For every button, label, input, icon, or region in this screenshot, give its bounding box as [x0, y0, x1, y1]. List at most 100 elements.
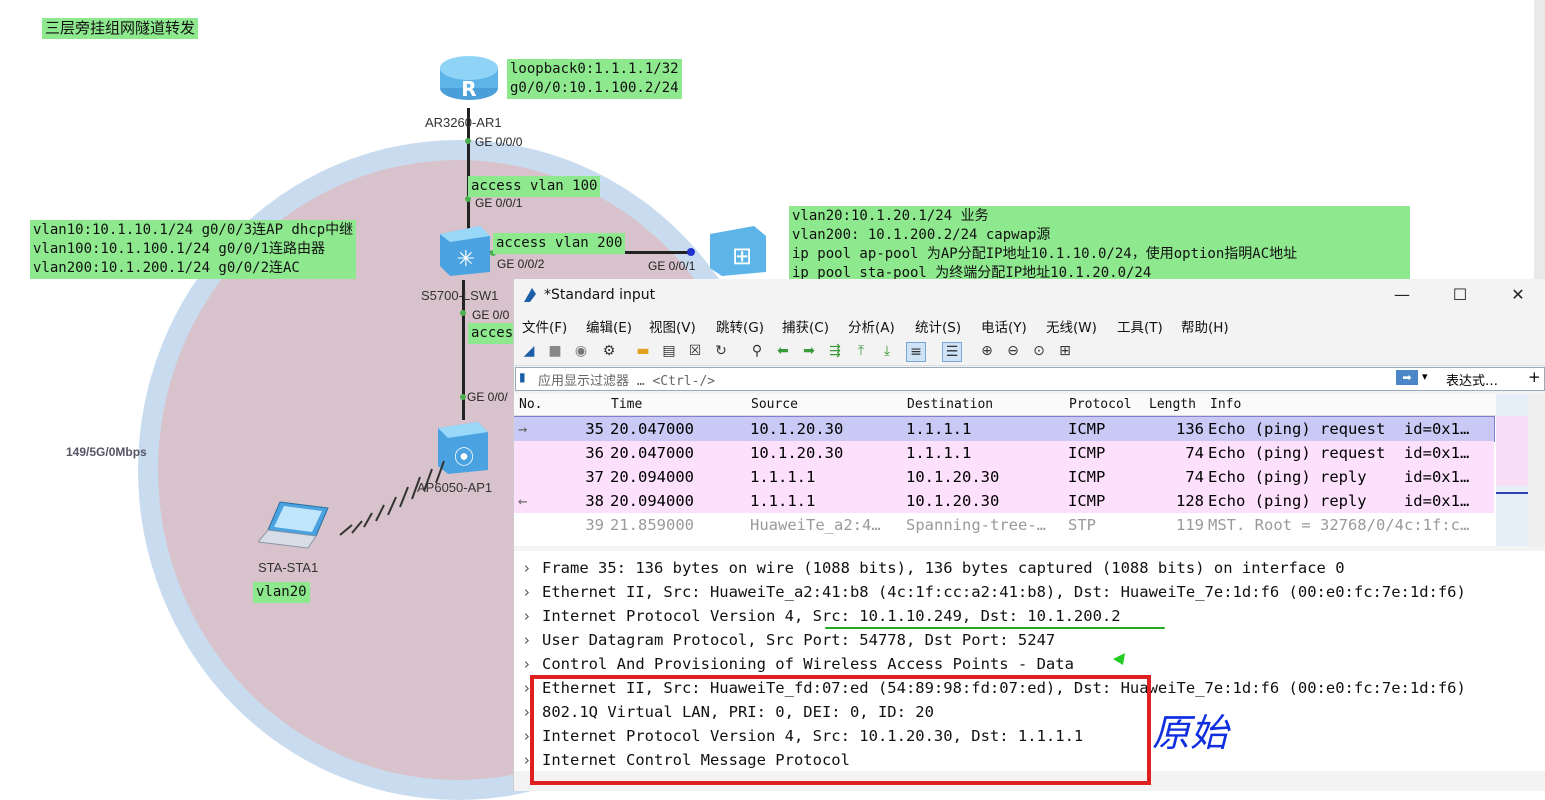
- col-destination[interactable]: Destination: [907, 397, 993, 412]
- find-packet-icon[interactable]: ⚲: [748, 342, 766, 360]
- go-back-icon[interactable]: ⬅: [774, 342, 792, 360]
- packet-destination: 1.1.1.1: [906, 444, 972, 462]
- detail-text: User Datagram Protocol, Src Port: 54778,…: [542, 631, 1056, 649]
- go-forward-icon[interactable]: ➡: [800, 342, 818, 360]
- packet-list: No. Time Source Destination Protocol Len…: [514, 394, 1496, 546]
- expand-chevron-icon[interactable]: ›: [522, 556, 531, 580]
- expand-chevron-icon[interactable]: ›: [522, 604, 531, 628]
- detail-text: Ethernet II, Src: HuaweiTe_a2:41:b8 (4c:…: [542, 583, 1466, 601]
- router-name: AR3260-AR1: [425, 115, 502, 130]
- col-time[interactable]: Time: [611, 397, 642, 412]
- access-vlan-200-label: access vlan 200: [493, 233, 626, 254]
- minimize-button[interactable]: —: [1382, 283, 1422, 307]
- menu-edit[interactable]: 编辑(E): [586, 316, 632, 336]
- autoscroll-icon[interactable]: ≡: [906, 342, 926, 362]
- close-button[interactable]: ✕: [1498, 283, 1538, 307]
- red-box-annotation: [530, 675, 1151, 785]
- normal-size-icon[interactable]: ⊙: [1030, 342, 1048, 360]
- minimap-cursor: [1496, 492, 1528, 494]
- close-file-icon[interactable]: ☒: [686, 342, 704, 360]
- packet-row[interactable]: ← 38 20.094000 1.1.1.1 10.1.20.30 ICMP 1…: [514, 489, 1494, 513]
- router-icon[interactable]: R: [438, 50, 500, 102]
- filter-dropdown-icon[interactable]: ▾: [1422, 370, 1428, 383]
- packet-source: 10.1.20.30: [750, 444, 844, 462]
- display-filter-bar[interactable]: ▮ 应用显示过滤器 … <Ctrl-/> ➡ ▾ 表达式… +: [515, 367, 1545, 391]
- menu-go[interactable]: 跳转(G): [716, 316, 764, 336]
- go-to-packet-icon[interactable]: ⇶: [826, 342, 844, 360]
- packet-row[interactable]: 36 20.047000 10.1.20.30 1.1.1.1 ICMP 74 …: [514, 441, 1494, 465]
- go-first-icon[interactable]: ⤒: [852, 342, 870, 360]
- ac-icon[interactable]: ⊞: [708, 224, 768, 276]
- go-last-icon[interactable]: ⤓: [878, 342, 896, 360]
- reload-icon[interactable]: ↻: [712, 342, 730, 360]
- add-filter-icon[interactable]: +: [1528, 368, 1541, 386]
- packet-info: Echo (ping) reply id=0x1…: [1208, 492, 1470, 510]
- expand-chevron-icon[interactable]: ›: [522, 628, 531, 652]
- diagram-title: 三层旁挂组网隧道转发: [42, 18, 199, 39]
- start-capture-icon[interactable]: ◢: [520, 342, 538, 360]
- laptop-icon[interactable]: [258, 500, 334, 552]
- save-file-icon[interactable]: ▤: [660, 342, 678, 360]
- expand-chevron-icon[interactable]: ›: [522, 652, 531, 676]
- packet-minimap[interactable]: [1496, 394, 1528, 546]
- menu-view[interactable]: 视图(V): [649, 316, 696, 336]
- switch-name: S5700-LSW1: [421, 288, 499, 303]
- svg-text:R: R: [461, 77, 476, 101]
- packet-row[interactable]: 39 21.859000 HuaweiTe_a2:4… Spanning-tre…: [514, 513, 1494, 537]
- ac-port-label: GE 0/0/1: [648, 259, 696, 273]
- maximize-button[interactable]: ☐: [1440, 283, 1480, 307]
- sta-name: STA-STA1: [258, 560, 319, 575]
- sta-vlan-label: vlan20: [253, 582, 310, 603]
- title-bar: *Standard input — ☐ ✕: [514, 279, 1545, 311]
- ac-info-line: vlan20:10.1.20.1/24 业务: [792, 208, 989, 224]
- lsw-port-right-label: GE 0/0/2: [497, 257, 545, 271]
- menu-analyze[interactable]: 分析(A): [848, 316, 895, 336]
- ac-info-line: vlan200: 10.1.200.2/24 capwap源: [792, 227, 1051, 243]
- filter-input[interactable]: 应用显示过滤器 … <Ctrl-/>: [538, 370, 715, 389]
- zoom-out-icon[interactable]: ⊖: [1004, 342, 1022, 360]
- menu-capture[interactable]: 捕获(C): [782, 316, 829, 336]
- packet-length: 136: [1176, 420, 1204, 438]
- menu-wireless[interactable]: 无线(W): [1046, 316, 1097, 336]
- expression-button[interactable]: 表达式…: [1446, 370, 1498, 389]
- col-length[interactable]: Length: [1149, 397, 1196, 412]
- detail-text: Control And Provisioning of Wireless Acc…: [542, 655, 1074, 673]
- col-protocol[interactable]: Protocol: [1069, 397, 1132, 412]
- packet-row-selected[interactable]: → 35 20.047000 10.1.20.30 1.1.1.1 ICMP 1…: [514, 416, 1495, 442]
- lsw-info-line: vlan200:10.1.200.1/24 g0/0/2连AC: [33, 260, 300, 276]
- detail-text: Internet Protocol Version 4, Src: 10.1.1…: [542, 607, 1121, 625]
- packet-time: 21.859000: [610, 516, 694, 534]
- packet-source: 10.1.20.30: [750, 420, 844, 438]
- main-toolbar: ◢ ■ ◉ ⚙ ▬ ▤ ☒ ↻ ⚲ ⬅ ➡ ⇶ ⤒ ⤓ ≡ ☰ ⊕ ⊖ ⊙ ⊞: [514, 337, 1545, 366]
- resize-columns-icon[interactable]: ⊞: [1056, 342, 1074, 360]
- menu-help[interactable]: 帮助(H): [1181, 316, 1229, 336]
- apply-filter-icon[interactable]: ➡: [1396, 370, 1418, 385]
- menu-tools[interactable]: 工具(T): [1117, 316, 1163, 336]
- lsw-info-line: vlan100:10.1.100.1/24 g0/0/1连路由器: [33, 241, 326, 257]
- menu-statistics[interactable]: 统计(S): [915, 316, 961, 336]
- col-info[interactable]: Info: [1210, 397, 1241, 412]
- options-icon[interactable]: ⚙: [600, 342, 618, 360]
- menu-file[interactable]: 文件(F): [522, 316, 567, 336]
- open-file-icon[interactable]: ▬: [634, 342, 652, 360]
- expand-chevron-icon[interactable]: ›: [522, 580, 531, 604]
- packet-info: Echo (ping) reply id=0x1…: [1208, 468, 1470, 486]
- zoom-in-icon[interactable]: ⊕: [978, 342, 996, 360]
- menu-telephony[interactable]: 电话(Y): [981, 316, 1027, 336]
- col-no[interactable]: No.: [519, 397, 542, 412]
- col-source[interactable]: Source: [751, 397, 798, 412]
- packet-time: 20.094000: [610, 468, 694, 486]
- packet-list-scrollbar[interactable]: [1528, 394, 1545, 546]
- switch-icon[interactable]: ✳: [436, 222, 492, 278]
- stop-capture-icon[interactable]: ■: [546, 342, 564, 360]
- bookmark-icon[interactable]: ▮: [519, 370, 526, 384]
- packet-length: 74: [1185, 468, 1204, 486]
- menu-bar: 文件(F) 编辑(E) 视图(V) 跳转(G) 捕获(C) 分析(A) 统计(S…: [514, 311, 1545, 337]
- colorize-icon[interactable]: ☰: [942, 342, 962, 362]
- port-dot: [460, 394, 466, 400]
- restart-capture-icon[interactable]: ◉: [572, 342, 590, 360]
- ac-info-line: ip pool ap-pool 为AP分配IP地址10.1.10.0/24，使用…: [792, 246, 1298, 262]
- packet-row[interactable]: 37 20.094000 1.1.1.1 10.1.20.30 ICMP 74 …: [514, 465, 1494, 489]
- background-scrollbar: [1534, 0, 1545, 279]
- packet-no: 38: [585, 492, 604, 510]
